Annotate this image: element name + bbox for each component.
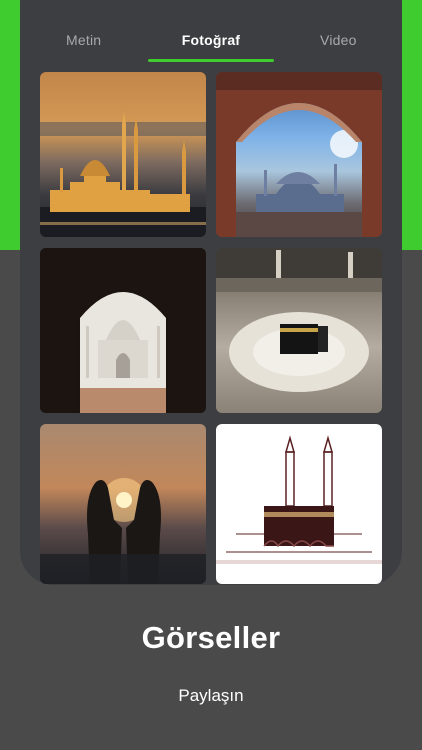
headline-subtitle: Paylaşın (178, 686, 244, 705)
kaaba-crowd-illustration (216, 248, 382, 392)
tab-fotograf[interactable]: Fotoğraf (147, 18, 274, 62)
praying-hands-sunset-image[interactable] (40, 424, 206, 584)
headline-title: Görseller (141, 620, 281, 655)
kaaba-crowd-image[interactable] (216, 248, 382, 413)
tab-metin[interactable]: Metin (20, 18, 147, 62)
taj-mahal-arch-image[interactable] (40, 248, 206, 413)
mosque-sunset-illustration (40, 112, 206, 237)
mosque-sunset-image[interactable] (40, 72, 206, 237)
kaaba-sketch-illustration (216, 435, 382, 564)
tab-bar: Metin Fotoğraf Video (20, 18, 402, 62)
active-tab-indicator (148, 59, 274, 62)
mosque-arch-image[interactable] (216, 72, 382, 237)
praying-hands-illustration (40, 478, 206, 584)
taj-mahal-illustration (40, 248, 206, 413)
mosque-arch-illustration (216, 72, 382, 237)
kaaba-sketch-image[interactable] (216, 424, 382, 584)
tab-video[interactable]: Video (275, 18, 402, 62)
